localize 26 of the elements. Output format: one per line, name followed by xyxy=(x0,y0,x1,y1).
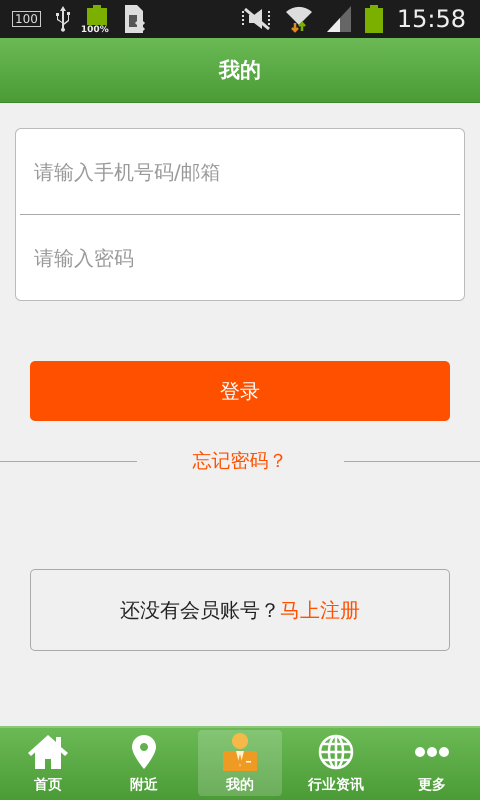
register-link[interactable]: 马上注册 xyxy=(280,598,360,622)
page-title: 我的 xyxy=(219,57,261,84)
usb-icon xyxy=(54,6,71,32)
nav-tab[interactable]: 我的 xyxy=(198,730,282,796)
register-prompt: 还没有会员账号？马上注册 xyxy=(120,596,360,624)
signal-icon xyxy=(326,6,351,32)
nav-tab[interactable]: 附近 xyxy=(102,730,186,796)
forgot-password-link[interactable]: 忘记密码？ xyxy=(136,448,344,474)
account-field[interactable]: 请输入手机号码/邮箱 xyxy=(15,128,465,214)
storage-indicator: 100 xyxy=(12,11,41,27)
battery-percent: 100% xyxy=(80,25,109,35)
wifi-icon xyxy=(284,5,313,33)
nav-tab[interactable]: 首页 xyxy=(6,730,90,796)
mute-icon xyxy=(240,7,271,31)
nav-tab[interactable]: 行业资讯 xyxy=(294,730,378,796)
battery-icon xyxy=(364,5,383,33)
clock-time: 15:58 xyxy=(396,5,466,33)
globe-icon xyxy=(318,734,354,770)
password-field[interactable]: 请输入密码 xyxy=(15,215,465,301)
nav-tab[interactable]: 更多 xyxy=(390,730,474,796)
location-pin-icon xyxy=(132,735,156,769)
login-button[interactable]: 登录 xyxy=(30,361,450,421)
more-icon xyxy=(415,747,449,757)
home-icon xyxy=(28,735,68,769)
sim-card-icon xyxy=(122,5,147,33)
person-icon xyxy=(223,733,257,771)
